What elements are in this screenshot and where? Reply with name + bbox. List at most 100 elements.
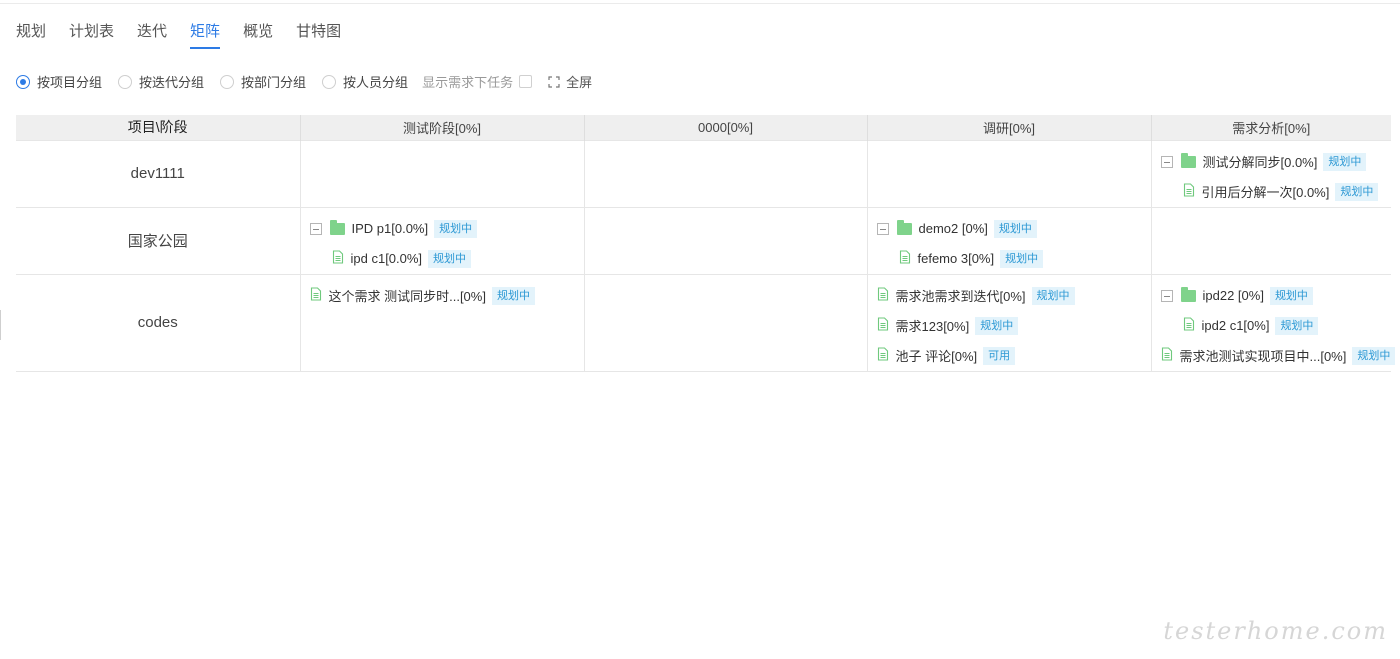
status-badge: 规划中 [1352,346,1396,365]
group-by-member-option[interactable]: 按人员分组 [322,72,408,91]
document-icon [877,347,889,364]
stage-cell [299,139,584,207]
column-header: 项目\阶段 [16,115,300,140]
requirement-item[interactable]: ipd2 c1[0%] 规划中 [1161,311,1392,341]
matrix-row: dev1111 测试分解同步[0.0%] 规划中 引用后分解一次[0.0%] 规划中 [16,139,1392,207]
requirement-title[interactable]: demo2 [0%] [919,221,988,236]
matrix-header-row: 项目\阶段 测试阶段[0%] 0000[0%] 调研[0%] 需求分析[0%] [16,115,1391,140]
left-edge-handle [0,310,3,340]
requirement-group-item[interactable]: 测试分解同步[0.0%] 规划中 [1160,147,1392,177]
tab-matrix[interactable]: 矩阵 [190,20,221,49]
tab-iteration[interactable]: 迭代 [137,20,167,49]
show-subtasks-label: 显示需求下任务 [422,75,514,90]
requirement-group-item[interactable]: ipd22 [0%] 规划中 [1160,281,1392,311]
collapse-toggle-icon[interactable] [1160,289,1173,302]
column-header: 测试阶段[0%] [299,115,584,140]
requirement-item[interactable]: ipd c1[0.0%] 规划中 [310,244,584,274]
requirement-title[interactable]: 引用后分解一次[0.0%] [1202,182,1330,201]
requirement-item[interactable]: fefemo 3[0%] 规划中 [877,244,1151,274]
requirement-title[interactable]: 需求池需求到迭代[0%] [896,286,1026,305]
requirement-title[interactable]: 需求池测试实现项目中...[0%] [1180,346,1347,365]
status-badge: 规划中 [993,219,1037,238]
requirement-group-item[interactable]: IPD p1[0.0%] 规划中 [309,214,584,244]
requirement-item[interactable]: 池子 评论[0%] 可用 [877,341,1151,371]
stage-cell [583,139,867,207]
stage-cell: 这个需求 测试同步时...[0%] 规划中 [299,273,584,372]
stage-cell [583,273,867,372]
watermark: testerhome.com [1163,617,1388,645]
column-header: 调研[0%] [866,115,1151,140]
document-icon [899,250,911,267]
tab-schedule[interactable]: 计划表 [69,20,114,49]
radio-button[interactable] [118,74,133,89]
radio-button[interactable] [16,74,30,89]
requirement-group-item[interactable]: demo2 [0%] 规划中 [876,214,1151,244]
show-subtasks-checkbox[interactable] [519,75,533,88]
project-name-cell: dev1111 [16,139,300,207]
status-badge: 规划中 [1323,152,1367,171]
show-subtasks-toggle: 显示需求下任务 [422,72,533,91]
matrix-row: codes 这个需求 测试同步时...[0%] 规划中 需求池需求到迭代[0%] 规划中… [16,273,1396,372]
radio-button[interactable] [220,74,235,89]
project-name-cell: 国家公园 [16,206,300,274]
document-icon [310,287,322,304]
group-by-project-option[interactable]: 按项目分组 [16,72,102,91]
status-badge: 规划中 [428,249,472,268]
status-badge: 可用 [983,346,1016,365]
tab-gantt[interactable]: 甘特图 [296,20,341,49]
status-badge: 规划中 [1275,316,1319,335]
requirement-title[interactable]: ipd22 [0%] [1203,288,1264,303]
view-tabs: 规划 计划表 迭代 矩阵 概览 甘特图 [16,20,364,49]
requirement-title[interactable]: 需求123[0%] [896,316,970,335]
group-by-iteration-option[interactable]: 按迭代分组 [118,72,204,91]
radio-label: 按项目分组 [37,75,103,90]
requirement-item[interactable]: 需求池测试实现项目中...[0%] 规划中 [1161,341,1396,371]
collapse-toggle-icon[interactable] [309,222,322,235]
stage-cell [866,139,1151,207]
tab-overview[interactable]: 概览 [243,20,273,49]
folder-icon [1180,152,1196,168]
requirement-title[interactable]: ipd c1[0.0%] [351,251,423,266]
stage-cell [583,206,867,274]
status-badge: 规划中 [1335,182,1379,201]
stage-cell: 需求池需求到迭代[0%] 规划中 需求123[0%] 规划中 池子 评论[0%] 可用 [866,273,1151,372]
requirement-item[interactable]: 引用后分解一次[0.0%] 规划中 [1161,177,1392,207]
radio-label: 按迭代分组 [139,75,205,90]
folder-icon [896,219,912,235]
document-icon [1161,347,1173,364]
requirement-item[interactable]: 这个需求 测试同步时...[0%] 规划中 [310,281,584,311]
status-badge: 规划中 [975,316,1019,335]
status-badge: 规划中 [434,219,478,238]
collapse-toggle-icon[interactable] [1160,155,1173,168]
requirement-title[interactable]: 池子 评论[0%] [896,346,978,365]
document-icon [332,250,344,267]
fullscreen-label: 全屏 [566,75,593,90]
status-badge: 规划中 [491,286,535,305]
tab-planning[interactable]: 规划 [16,20,46,49]
status-badge: 规划中 [1269,286,1313,305]
requirement-title[interactable]: ipd2 c1[0%] [1202,318,1270,333]
radio-button[interactable] [322,74,337,89]
column-header: 0000[0%] [583,115,867,140]
stage-cell: demo2 [0%] 规划中 fefemo 3[0%] 规划中 [866,206,1151,274]
stage-cell [1150,206,1391,274]
requirement-item[interactable]: 需求池需求到迭代[0%] 规划中 [877,281,1151,311]
fullscreen-button[interactable]: 全屏 [548,72,592,91]
requirement-title[interactable]: fefemo 3[0%] [918,251,995,266]
stage-cell: IPD p1[0.0%] 规划中 ipd c1[0.0%] 规划中 [299,206,584,274]
document-icon [877,287,889,304]
group-by-department-option[interactable]: 按部门分组 [220,72,306,91]
top-border [0,0,1400,4]
requirement-title[interactable]: IPD p1[0.0%] [352,221,429,236]
requirement-item[interactable]: 需求123[0%] 规划中 [877,311,1151,341]
collapse-toggle-icon[interactable] [876,222,889,235]
requirement-title[interactable]: 测试分解同步[0.0%] [1203,152,1318,171]
folder-icon [1180,286,1196,302]
status-badge: 规划中 [1031,286,1075,305]
requirement-title[interactable]: 这个需求 测试同步时...[0%] [329,286,486,305]
status-badge: 规划中 [1000,249,1044,268]
column-header: 需求分析[0%] [1150,115,1391,140]
project-name-cell: codes [16,273,300,372]
radio-label: 按部门分组 [241,75,307,90]
project-stage-matrix: 项目\阶段 测试阶段[0%] 0000[0%] 调研[0%] 需求分析[0%] … [16,115,1396,372]
